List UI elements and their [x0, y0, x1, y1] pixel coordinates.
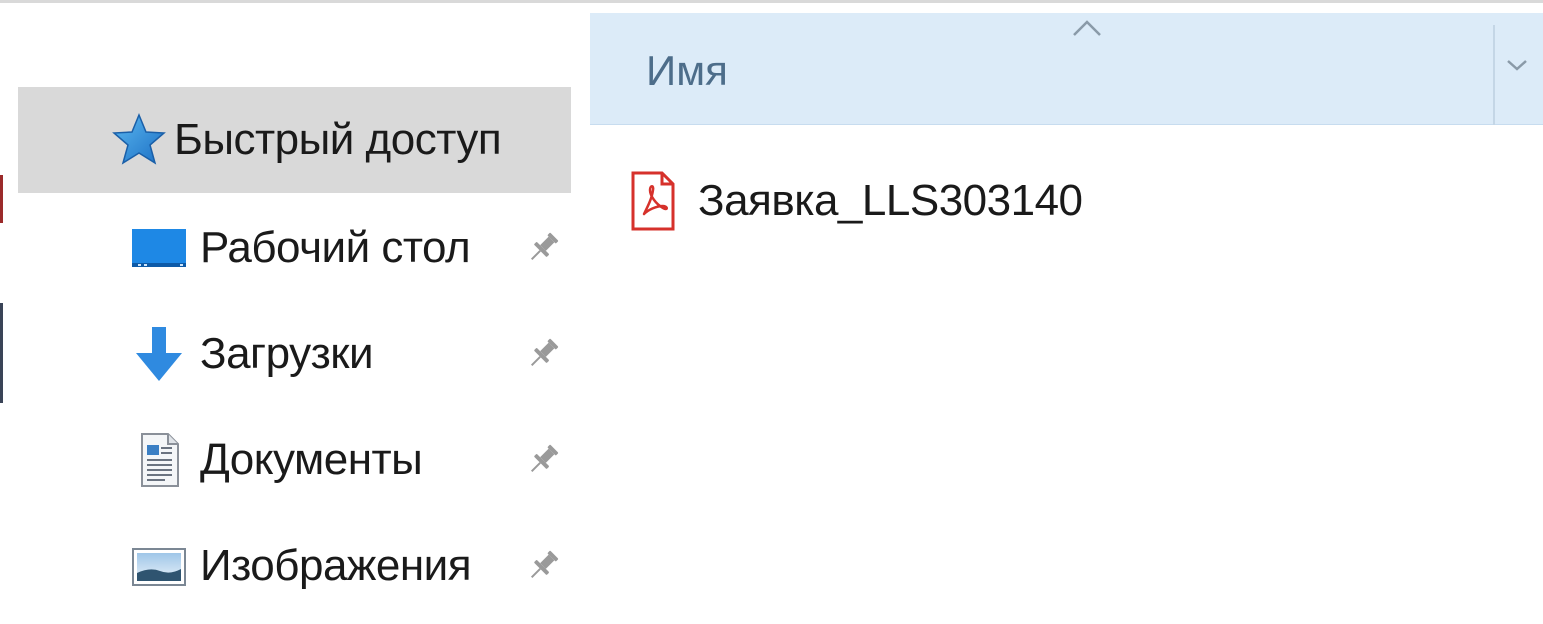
nav-item-quick-access[interactable]: Быстрый доступ	[18, 87, 571, 193]
nav-item-label: Быстрый доступ	[174, 115, 502, 164]
navigation-pane: Быстрый доступ Рабочий стол Загрузки Док…	[18, 3, 590, 624]
edge-mark-red	[0, 175, 3, 223]
star-icon	[110, 111, 168, 169]
column-divider[interactable]	[1493, 25, 1495, 125]
nav-item-label: Изображения	[200, 541, 472, 590]
download-arrow-icon	[130, 325, 188, 383]
column-header-name[interactable]: Имя	[590, 13, 1543, 125]
nav-item-pictures[interactable]: Изображения	[18, 513, 571, 619]
nav-item-label: Загрузки	[200, 329, 374, 378]
sort-ascending-icon	[1073, 20, 1101, 36]
pin-icon[interactable]	[523, 334, 563, 374]
column-header-label: Имя	[646, 47, 728, 94]
window-left-edge	[0, 3, 12, 624]
desktop-icon	[130, 219, 188, 277]
pin-icon[interactable]	[523, 228, 563, 268]
nav-item-label: Документы	[200, 435, 423, 484]
document-icon	[130, 431, 188, 489]
file-row[interactable]: Заявка_LLS303140	[630, 151, 1083, 251]
nav-item-downloads[interactable]: Загрузки	[18, 301, 571, 407]
file-list-pane: Имя Заявка_LLS303140	[590, 3, 1543, 624]
nav-item-desktop[interactable]: Рабочий стол	[18, 195, 571, 301]
file-name: Заявка_LLS303140	[698, 176, 1083, 225]
file-explorer-window: Быстрый доступ Рабочий стол Загрузки Док…	[0, 0, 1543, 624]
pdf-file-icon	[631, 171, 675, 231]
pin-icon[interactable]	[523, 440, 563, 480]
nav-item-label: Рабочий стол	[200, 223, 471, 272]
edge-mark-dark	[0, 303, 3, 403]
pictures-icon	[130, 537, 188, 595]
pin-icon[interactable]	[523, 546, 563, 586]
chevron-down-icon[interactable]	[1504, 55, 1530, 75]
nav-item-documents[interactable]: Документы	[18, 407, 571, 513]
